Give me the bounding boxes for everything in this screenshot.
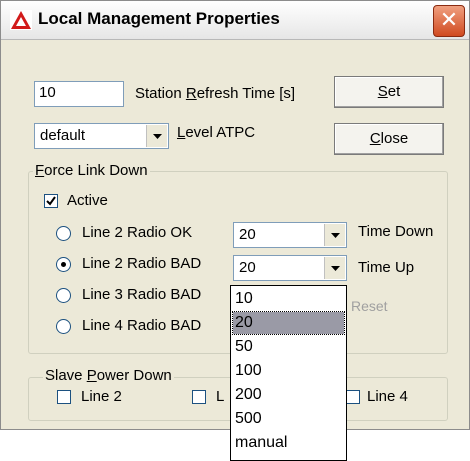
dropdown-option[interactable]: manual — [233, 432, 344, 454]
chevron-down-icon[interactable] — [324, 257, 345, 279]
dropdown-option[interactable]: 500 — [233, 408, 344, 430]
slave-line4-checkbox[interactable] — [346, 390, 360, 404]
radio-line2-ok-label: Line 2 Radio OK — [82, 224, 193, 241]
radio-line3-bad-label: Line 3 Radio BAD — [82, 286, 202, 303]
radio-line3-bad[interactable] — [56, 288, 71, 303]
dropdown-option[interactable]: 200 — [233, 384, 344, 406]
time-up-dropdown-list[interactable]: 10 20 50 100 200 500 manual — [230, 285, 347, 461]
check-icon — [46, 196, 56, 206]
time-down-label: Time Down — [358, 223, 434, 240]
chevron-down-icon[interactable] — [324, 224, 345, 246]
time-up-select[interactable]: 20 — [233, 255, 347, 281]
active-label: Active — [67, 192, 108, 209]
force-link-down-title: Force Link Down — [33, 162, 150, 179]
dropdown-option-selected[interactable]: 20 — [232, 311, 345, 335]
refresh-time-label: Station Refresh Time [s] — [135, 85, 296, 102]
slave-line2-checkbox[interactable] — [57, 390, 71, 404]
level-atpc-label: Level ATPC — [177, 124, 256, 141]
slave-line2-label: Line 2 — [81, 388, 122, 405]
reset-button[interactable]: Reset — [351, 298, 388, 314]
slave-line3-label: L — [216, 388, 225, 405]
radio-line4-bad[interactable] — [56, 319, 71, 334]
slave-power-down-title: Slave Power Down — [43, 367, 174, 384]
refresh-time-input[interactable]: 10 — [34, 81, 124, 107]
slave-line4-label: Line 4 — [367, 388, 408, 405]
dropdown-option[interactable]: 10 — [233, 288, 344, 310]
close-window-button[interactable]: ✕ — [433, 5, 465, 37]
title-bar[interactable]: Local Management Properties ✕ — [1, 1, 469, 40]
radio-line2-bad[interactable] — [56, 257, 71, 272]
window-title: Local Management Properties — [38, 9, 280, 28]
app-logo-icon — [10, 10, 32, 30]
time-down-select[interactable]: 20 — [233, 222, 347, 248]
dropdown-option[interactable]: 50 — [233, 336, 344, 358]
radio-line4-bad-label: Line 4 Radio BAD — [82, 317, 202, 334]
level-atpc-select[interactable]: default — [34, 123, 169, 149]
radio-line2-ok[interactable] — [56, 226, 71, 241]
time-up-label: Time Up — [358, 259, 415, 276]
slave-line3-checkbox[interactable] — [192, 390, 206, 404]
set-button[interactable]: Set — [334, 76, 444, 108]
dropdown-option[interactable]: 100 — [233, 360, 344, 382]
chevron-down-icon[interactable] — [146, 125, 167, 147]
radio-line2-bad-label: Line 2 Radio BAD — [82, 255, 202, 272]
close-button[interactable]: Close — [334, 123, 444, 155]
active-checkbox[interactable] — [44, 194, 58, 208]
